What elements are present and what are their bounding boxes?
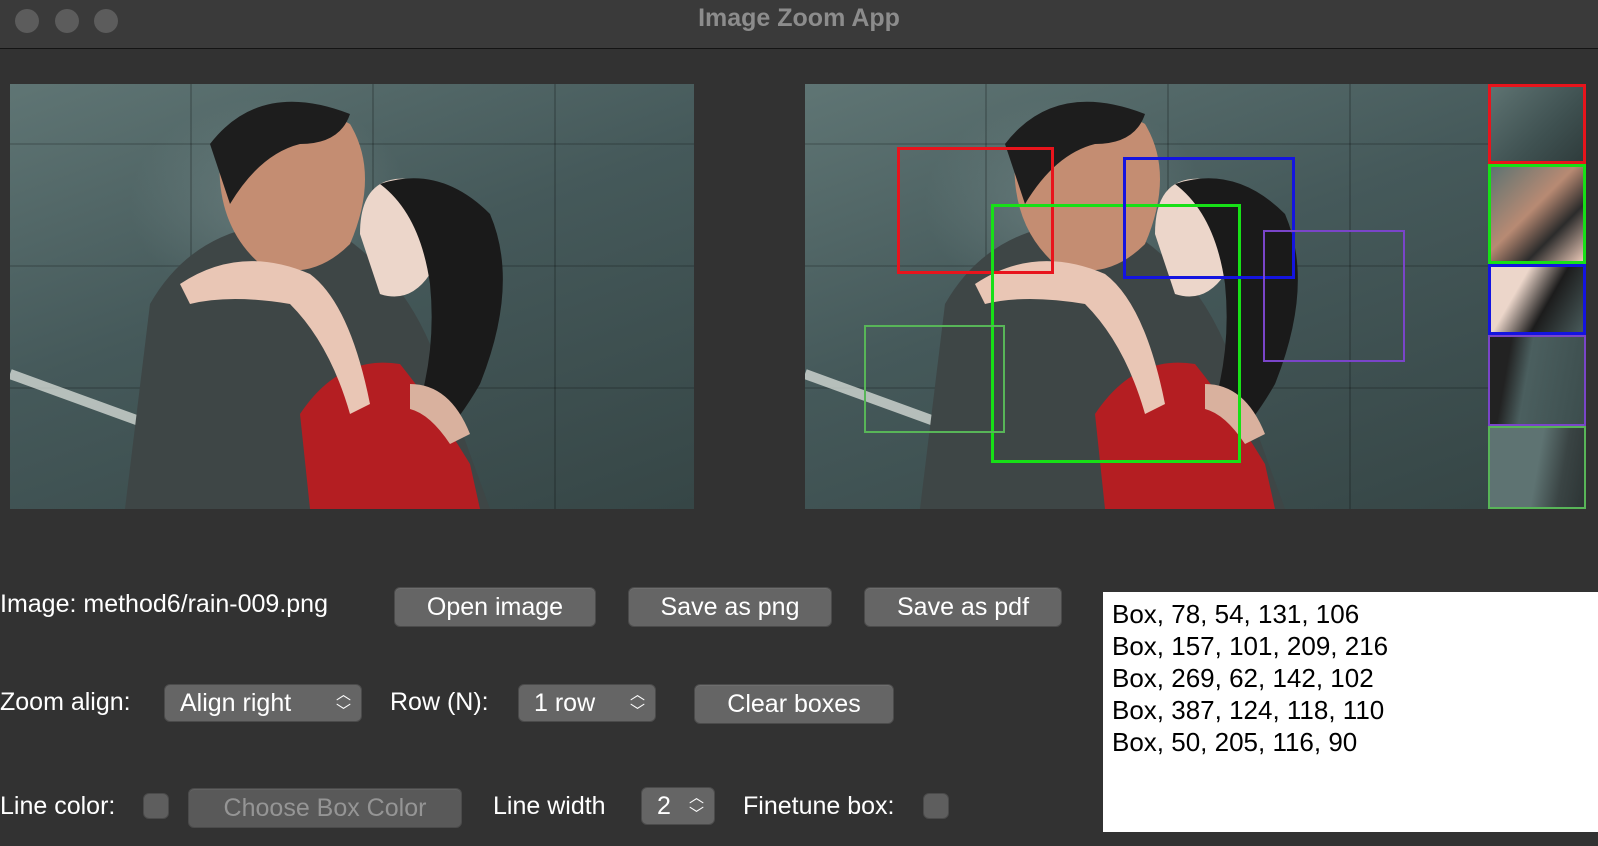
save-png-button[interactable]: Save as png xyxy=(628,587,832,627)
row-value: 1 row xyxy=(534,689,596,717)
chevron-updown-icon: ︿ ﹀ xyxy=(335,686,351,720)
selection-box-5[interactable] xyxy=(864,325,1005,433)
box-list-textarea[interactable]: Box, 78, 54, 131, 106 Box, 157, 101, 209… xyxy=(1103,592,1598,832)
line-width-stepper[interactable]: 2 ︿ ﹀ xyxy=(641,787,715,825)
line-color-checkbox[interactable] xyxy=(143,793,169,819)
clear-boxes-button[interactable]: Clear boxes xyxy=(694,684,894,724)
line-width-label: Line width xyxy=(493,792,606,820)
finetune-box-label: Finetune box: xyxy=(743,792,895,820)
finetune-box-checkbox[interactable] xyxy=(923,793,949,819)
line-color-label: Line color: xyxy=(0,792,116,820)
box-entry: Box, 50, 205, 116, 90 xyxy=(1112,727,1358,757)
row-select[interactable]: 1 row ︿ ﹀ xyxy=(518,684,656,722)
window-title: Image Zoom App xyxy=(698,4,900,32)
zoom-align-select[interactable]: Align right ︿ ﹀ xyxy=(164,684,362,722)
chevron-updown-icon: ︿ ﹀ xyxy=(688,789,704,823)
zoom-thumb-2 xyxy=(1488,164,1586,264)
open-image-button[interactable]: Open image xyxy=(394,587,596,627)
box-entry: Box, 157, 101, 209, 216 xyxy=(1112,631,1389,661)
zoom-thumb-1 xyxy=(1488,84,1586,164)
chevron-updown-icon: ︿ ﹀ xyxy=(629,686,645,720)
line-width-value: 2 xyxy=(657,792,671,820)
save-pdf-button[interactable]: Save as pdf xyxy=(864,587,1062,627)
annotated-image[interactable] xyxy=(805,84,1489,509)
zoom-align-value: Align right xyxy=(180,689,292,717)
box-entry: Box, 78, 54, 131, 106 xyxy=(1112,599,1360,629)
box-entry: Box, 269, 62, 142, 102 xyxy=(1112,663,1374,693)
zoom-thumb-3 xyxy=(1488,264,1586,335)
zoom-align-label: Zoom align: xyxy=(0,688,131,716)
original-image xyxy=(10,84,694,509)
zoom-thumb-5 xyxy=(1488,426,1586,509)
choose-box-color-button[interactable]: Choose Box Color xyxy=(188,788,462,828)
image-path-label: Image: method6/rain-009.png xyxy=(0,590,328,618)
selection-box-4[interactable] xyxy=(1263,230,1405,362)
row-label: Row (N): xyxy=(390,688,489,716)
zoom-thumb-4 xyxy=(1488,335,1586,426)
box-entry: Box, 387, 124, 118, 110 xyxy=(1112,695,1385,725)
title-bar: Image Zoom App xyxy=(0,0,1598,49)
